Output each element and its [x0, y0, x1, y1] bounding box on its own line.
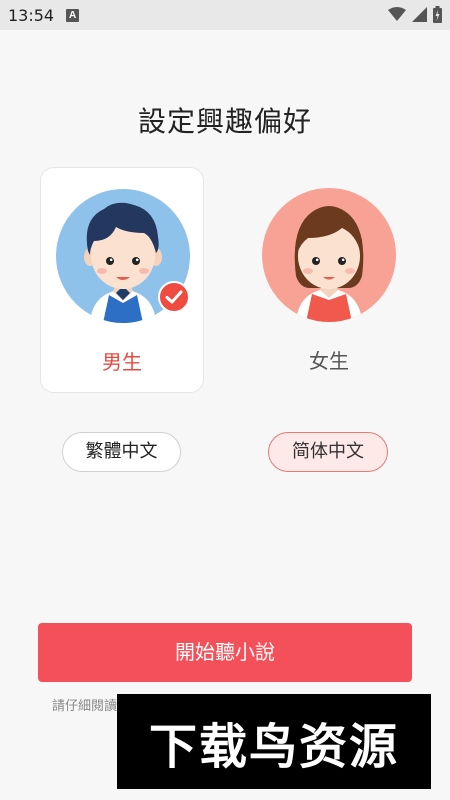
gender-option-female[interactable]: 女生 — [247, 167, 411, 393]
wifi-icon — [388, 7, 406, 21]
language-option-simplified[interactable]: 简体中文 — [268, 432, 388, 472]
gender-label-female: 女生 — [309, 349, 349, 373]
girl-avatar-icon — [262, 188, 396, 322]
terms-notice[interactable]: 請仔細閱讀 — [52, 695, 117, 714]
start-listening-button[interactable]: 開始聽小說 — [38, 623, 412, 682]
app-notification-icon: A — [66, 8, 80, 22]
check-icon — [158, 281, 190, 313]
status-time: 13:54 — [8, 5, 55, 25]
status-icons — [388, 6, 442, 23]
status-bar: 13:54 A — [0, 0, 450, 30]
language-option-traditional[interactable]: 繁體中文 — [62, 432, 181, 472]
page-title: 設定興趣偏好 — [137, 105, 312, 138]
watermark-banner: 下载鸟资源 — [117, 694, 431, 789]
gender-option-male[interactable]: 男生 — [40, 167, 204, 393]
battery-icon — [433, 6, 442, 23]
gender-label-male: 男生 — [102, 350, 142, 374]
signal-icon — [412, 7, 427, 22]
